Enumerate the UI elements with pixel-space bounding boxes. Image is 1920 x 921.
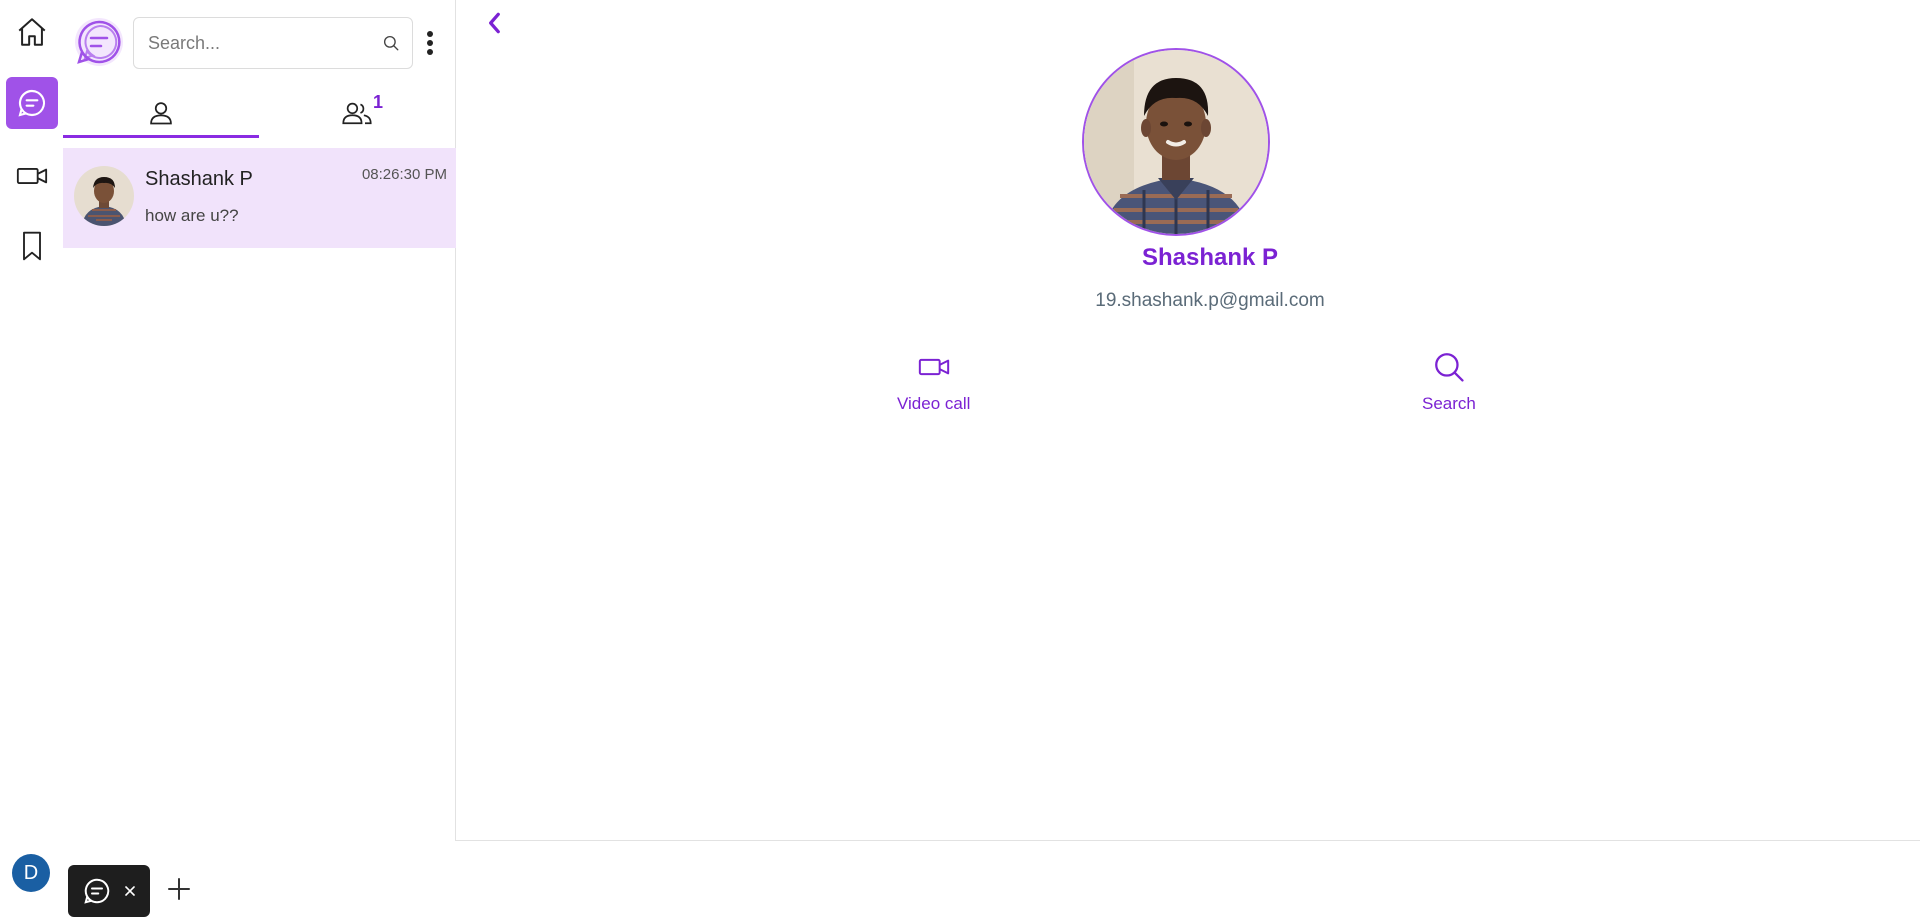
- chat-icon: [83, 878, 109, 904]
- chevron-left-icon: [489, 12, 500, 34]
- video-icon: [16, 167, 48, 185]
- more-options-button[interactable]: [419, 26, 441, 60]
- back-button[interactable]: [482, 10, 508, 36]
- bookmark-icon: [23, 231, 41, 261]
- search-icon: [1435, 353, 1464, 382]
- add-chat-button[interactable]: [166, 876, 192, 902]
- search-box: [133, 17, 413, 69]
- groups-unread-badge: 1: [373, 92, 384, 112]
- video-call-label: Video call: [897, 394, 971, 413]
- user-icon: [150, 102, 172, 125]
- user-avatar[interactable]: D: [12, 854, 50, 892]
- app-logo: [73, 16, 125, 68]
- video-call-button[interactable]: Video call: [897, 350, 970, 414]
- close-icon[interactable]: [123, 884, 137, 898]
- chat-timestamp: 08:26:30 PM: [361, 166, 447, 183]
- users-icon: [342, 102, 372, 125]
- chat-tabs: 1: [63, 88, 456, 138]
- tab-groups[interactable]: 1: [259, 88, 455, 138]
- profile-name: Shashank P: [1141, 244, 1279, 271]
- chat-list-item[interactable]: Shashank P how are u?? 08:26:30 PM: [63, 148, 456, 248]
- search-icon[interactable]: [382, 31, 400, 55]
- chat-icon: [18, 89, 46, 117]
- left-rail: D: [0, 0, 63, 921]
- chat-contact-name: Shashank P: [145, 168, 253, 190]
- plus-icon: [168, 878, 190, 900]
- video-icon: [918, 358, 949, 376]
- search-input[interactable]: [146, 31, 382, 55]
- contact-avatar: [74, 166, 134, 226]
- chat-list-panel: 1 Shashank P how are u?? 08:26:30 PM: [63, 0, 456, 841]
- bookmarks-button[interactable]: [6, 220, 58, 272]
- logo-icon: [75, 18, 123, 66]
- profile-email: 19.shashank.p@gmail.com: [1095, 290, 1325, 311]
- profile-search-button[interactable]: Search: [1422, 350, 1476, 414]
- home-icon: [18, 18, 46, 46]
- open-chat-chip[interactable]: [68, 865, 150, 917]
- more-vertical-icon: [427, 31, 433, 55]
- profile-panel: Shashank P 19.shashank.p@gmail.com Video…: [456, 0, 1920, 841]
- chats-button[interactable]: [6, 77, 58, 129]
- profile-avatar: [1082, 48, 1270, 236]
- video-calls-button[interactable]: [6, 150, 58, 202]
- user-initial: D: [23, 861, 39, 884]
- chat-last-message: how are u??: [145, 206, 239, 225]
- tab-direct[interactable]: [63, 88, 259, 138]
- home-button[interactable]: [6, 6, 58, 58]
- search-label: Search: [1422, 394, 1476, 413]
